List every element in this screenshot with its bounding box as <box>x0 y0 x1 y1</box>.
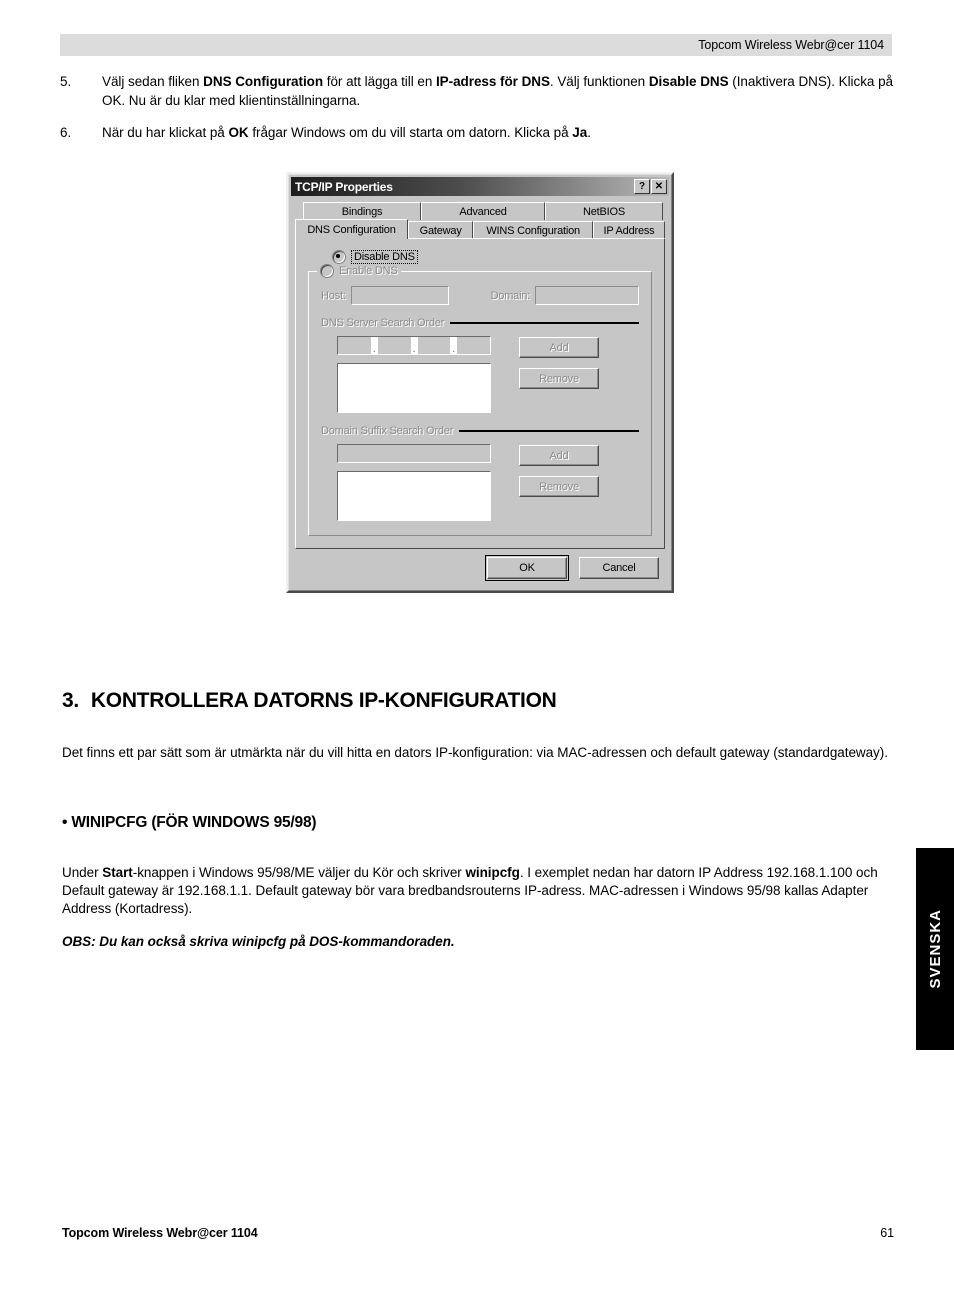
enable-dns-row[interactable]: Enable DNS <box>317 264 401 278</box>
section-title-text: KONTROLLERA DATORNS IP-KONFIGURATION <box>90 689 557 712</box>
tab-dns-configuration[interactable]: DNS Configuration <box>295 219 408 239</box>
running-header-text: Topcom Wireless Webr@cer 1104 <box>698 38 884 52</box>
suffix-add-button[interactable]: Add <box>519 445 599 466</box>
suffix-search-fields <box>337 444 491 521</box>
obs-note: OBS: Du kan också skriva winipcfg på DOS… <box>62 934 455 949</box>
dialog-title: TCP/IP Properties <box>295 179 393 194</box>
dns-configuration-panel: Disable DNS Enable DNS Host: Domain: DNS… <box>295 238 665 549</box>
tcpip-properties-dialog[interactable]: TCP/IP Properties ? ✕ Bindings Advanced … <box>286 172 674 593</box>
dns-ip-input[interactable]: . . . <box>337 336 491 355</box>
radio-enable-dns[interactable] <box>320 264 334 278</box>
dns-search-label: DNS Server Search Order <box>321 317 445 329</box>
page-footer: Topcom Wireless Webr@cer 1104 61 <box>62 1226 894 1240</box>
dns-ip-octet-3[interactable] <box>417 337 451 354</box>
ip-separator-icon: . <box>410 337 418 355</box>
domain-suffix-search-order-section: Domain Suffix Search Order Add Remove <box>321 425 639 521</box>
enable-dns-group: Enable DNS Host: Domain: DNS Server Sear… <box>308 264 652 536</box>
cancel-button[interactable]: Cancel <box>579 557 659 579</box>
help-icon[interactable]: ? <box>634 179 650 194</box>
dns-remove-button[interactable]: Remove <box>519 368 599 389</box>
step-number: 6. <box>60 125 72 140</box>
step-number: 5. <box>60 74 72 89</box>
disable-dns-label: Disable DNS <box>351 250 418 264</box>
divider <box>450 322 639 324</box>
dns-add-button[interactable]: Add <box>519 337 599 358</box>
suffix-remove-button[interactable]: Remove <box>519 476 599 497</box>
language-tab-label: SVENSKA <box>926 909 944 989</box>
ip-separator-icon: . <box>450 337 458 355</box>
winipcfg-paragraph: Under Start-knappen i Windows 95/98/ME v… <box>62 865 878 916</box>
suffix-search-body: Add Remove <box>321 444 639 521</box>
dns-search-fields: . . . <box>337 336 491 413</box>
dns-search-body: . . . Add Remove <box>321 336 639 413</box>
disable-dns-row[interactable]: Disable DNS <box>332 249 652 265</box>
dns-server-search-order-section: DNS Server Search Order . . . Add Remove <box>321 317 639 413</box>
tab-row-upper: Bindings Advanced NetBIOS <box>295 201 665 220</box>
tab-wins-configuration[interactable]: WINS Configuration <box>473 221 593 239</box>
tab-ip-address[interactable]: IP Address <box>592 221 665 239</box>
list-item: 5. Välj sedan fliken DNS Configuration f… <box>60 72 894 110</box>
tab-netbios[interactable]: NetBIOS <box>545 202 663 220</box>
suffix-input[interactable] <box>337 444 491 463</box>
divider <box>459 430 639 432</box>
suffix-search-buttons: Add Remove <box>519 444 599 521</box>
tab-advanced[interactable]: Advanced <box>421 202 545 220</box>
close-icon[interactable]: ✕ <box>651 179 667 194</box>
dns-search-buttons: Add Remove <box>519 336 599 413</box>
dialog-buttons: OK Cancel <box>291 549 669 588</box>
domain-input[interactable] <box>535 286 639 305</box>
dialog-inner-frame: TCP/IP Properties ? ✕ Bindings Advanced … <box>288 174 672 591</box>
step-text: När du har klickat på OK frågar Windows … <box>102 125 591 140</box>
section-number: 3. <box>62 689 79 712</box>
instruction-steps: 5. Välj sedan fliken DNS Configuration f… <box>60 72 894 155</box>
ok-button[interactable]: OK <box>485 555 569 581</box>
host-label: Host: <box>321 289 346 302</box>
intro-paragraph: Det finns ett par sätt som är utmärkta n… <box>62 745 888 760</box>
dns-ip-octet-2[interactable] <box>377 337 411 354</box>
page-title: 3. KONTROLLERA DATORNS IP-KONFIGURATION <box>62 689 557 713</box>
suffix-search-label: Domain Suffix Search Order <box>321 425 454 437</box>
host-domain-row: Host: Domain: <box>321 286 639 305</box>
dns-server-list[interactable] <box>337 363 491 413</box>
subsection-title: • WINIPCFG (FÖR WINDOWS 95/98) <box>62 814 317 831</box>
tab-strip: Bindings Advanced NetBIOS DNS Configurat… <box>291 196 669 239</box>
dns-ip-octet-4[interactable] <box>457 337 490 354</box>
step-text: Välj sedan fliken DNS Configuration för … <box>102 74 893 108</box>
dns-search-heading: DNS Server Search Order <box>321 317 639 329</box>
list-item: 6. När du har klickat på OK frågar Windo… <box>60 123 894 142</box>
tab-gateway[interactable]: Gateway <box>407 221 474 239</box>
dialog-titlebar[interactable]: TCP/IP Properties ? ✕ <box>291 177 669 196</box>
radio-disable-dns[interactable] <box>332 250 346 264</box>
suffix-search-heading: Domain Suffix Search Order <box>321 425 639 437</box>
language-tab: SVENSKA <box>916 848 954 1050</box>
page-number: 61 <box>880 1226 894 1240</box>
tab-row-lower: DNS Configuration Gateway WINS Configura… <box>295 219 665 239</box>
enable-dns-label: Enable DNS <box>339 265 398 277</box>
suffix-list[interactable] <box>337 471 491 521</box>
running-header: Topcom Wireless Webr@cer 1104 <box>60 34 892 56</box>
domain-label: Domain: <box>490 289 531 302</box>
host-input[interactable] <box>350 286 449 305</box>
ip-separator-icon: . <box>370 337 378 355</box>
tab-bindings[interactable]: Bindings <box>303 202 421 220</box>
dns-ip-octet-1[interactable] <box>338 337 371 354</box>
footer-product: Topcom Wireless Webr@cer 1104 <box>62 1226 258 1240</box>
